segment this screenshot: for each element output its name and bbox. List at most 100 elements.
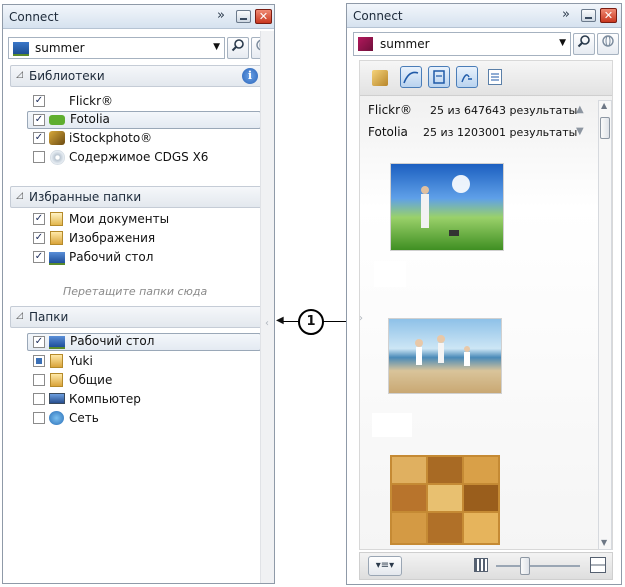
search-button[interactable] (227, 37, 249, 59)
info-icon[interactable]: i (242, 68, 258, 84)
folder-item-desktop[interactable]: ✓ Рабочий стол (27, 333, 261, 351)
search-source-icon (13, 42, 29, 56)
folder-item-computer[interactable]: Компьютер (27, 391, 257, 409)
result-summary: 25 из 1203001 результаты (423, 126, 578, 139)
chevron-down-icon[interactable]: ▼ (559, 38, 566, 48)
checkbox[interactable]: ✓ (33, 132, 45, 144)
folder-label: Сеть (69, 411, 99, 425)
collapse-arrow-icon[interactable]: ‹ (265, 318, 269, 329)
library-item-cdgs-content[interactable]: Содержимое CDGS X6 (27, 149, 257, 167)
folder-item-network[interactable]: Сеть (27, 410, 257, 428)
computer-icon (49, 393, 65, 404)
result-row-flickr[interactable]: Flickr® 25 из 647643 результаты ▲ (368, 103, 590, 121)
checkbox[interactable] (33, 151, 45, 163)
search-combobox[interactable]: summer ▼ (353, 32, 571, 56)
connect-panel-right: Connect » ✕ summer ▼ Flickr® 25 из 64764… (346, 3, 622, 585)
library-label: iStockphoto® (69, 131, 153, 145)
scroll-thumb[interactable] (600, 117, 610, 139)
thumbnail-businessman[interactable] (390, 163, 504, 251)
bottom-toolbar: ▾≡▾ (359, 552, 613, 580)
folder-label: Рабочий стол (70, 334, 155, 348)
folder-label: Компьютер (69, 392, 141, 406)
chevron-down-icon[interactable]: ▼ (213, 42, 220, 52)
folders-title: Папки (29, 310, 69, 324)
collapse-up-icon[interactable]: ▲ (576, 104, 584, 115)
search-combobox[interactable]: summer ▼ (8, 37, 225, 59)
close-button[interactable]: ✕ (255, 9, 272, 24)
favorite-item-documents[interactable]: ✓ Мои документы (27, 211, 257, 229)
drop-folders-hint: Перетащите папки сюда (63, 285, 208, 298)
collapse-triangle-icon[interactable]: ◿ (16, 191, 23, 201)
expand-chevron-icon[interactable]: » (562, 7, 570, 22)
thumbnail-placeholder (374, 261, 406, 287)
expand-chevron-icon[interactable]: » (217, 8, 225, 23)
checkbox[interactable]: ✓ (33, 114, 45, 126)
favorites-header[interactable]: ◿ Избранные папки (10, 186, 263, 208)
folder-icon (50, 373, 63, 387)
callout-marker: 1 (298, 309, 324, 335)
view-thumbnails-button[interactable] (400, 66, 422, 88)
minimize-button[interactable] (581, 9, 596, 22)
library-item-istockphoto[interactable]: ✓ iStockphoto® (27, 130, 257, 148)
slider-thumb[interactable] (520, 557, 530, 575)
user-folder-icon (50, 354, 63, 368)
collapse-triangle-icon[interactable]: ◿ (16, 311, 23, 321)
thumbnail-placeholder (372, 413, 412, 437)
large-thumbnails-icon[interactable] (590, 557, 606, 573)
network-icon (49, 411, 64, 425)
library-item-fotolia[interactable]: ✓ Fotolia (27, 111, 261, 129)
vertical-scrollbar[interactable]: ▲ ▼ (598, 100, 612, 550)
checkbox[interactable]: ✓ (33, 213, 45, 225)
favorite-label: Изображения (69, 231, 156, 245)
checkbox[interactable] (33, 374, 45, 386)
small-thumbnails-icon[interactable] (474, 558, 488, 572)
checkbox[interactable]: ✓ (33, 251, 45, 263)
collapse-triangle-icon[interactable]: ◿ (16, 70, 23, 80)
favorite-item-pictures[interactable]: ✓ Изображения (27, 230, 257, 248)
checkbox[interactable]: ✓ (33, 232, 45, 244)
library-item-flickr[interactable]: ✓ Flickr® (27, 93, 257, 111)
expand-arrow-icon[interactable]: › (359, 313, 363, 324)
thumbnail-beach-family[interactable] (388, 318, 502, 394)
result-row-fotolia[interactable]: Fotolia 25 из 1203001 результаты ▼ (368, 125, 590, 143)
search-button[interactable] (573, 33, 595, 55)
results-area: Flickr® 25 из 647643 результаты ▲ Fotoli… (359, 60, 613, 550)
checkbox[interactable] (33, 412, 45, 424)
web-options-button[interactable] (597, 33, 619, 55)
checkbox[interactable]: ✓ (33, 336, 45, 348)
checkbox[interactable] (33, 393, 45, 405)
view-details-button[interactable] (428, 66, 450, 88)
scroll-up-icon[interactable]: ▲ (601, 101, 607, 110)
search-input[interactable]: summer (35, 41, 85, 55)
thumbnail-size-slider[interactable] (496, 557, 580, 575)
title-bar: Connect » ✕ (3, 5, 274, 29)
close-button[interactable]: ✕ (600, 8, 617, 23)
result-source: Fotolia (368, 125, 408, 139)
folder-item-public[interactable]: Общие (27, 372, 257, 390)
library-label: Fotolia (70, 112, 110, 126)
view-fonts-button[interactable] (456, 66, 478, 88)
font-icon (461, 74, 472, 83)
fotolia-icon (49, 115, 65, 125)
checkbox-partial[interactable] (33, 355, 45, 367)
libraries-header[interactable]: ◿ Библиотеки i (10, 65, 263, 87)
checkbox[interactable]: ✓ (33, 95, 45, 107)
folder-item-yuki[interactable]: Yuki (27, 353, 257, 371)
favorite-item-desktop[interactable]: ✓ Рабочий стол (27, 249, 257, 267)
sort-options-button[interactable]: ▾≡▾ (368, 556, 402, 576)
result-source: Flickr® (368, 103, 413, 117)
scroll-down-icon[interactable]: ▼ (601, 538, 607, 547)
view-list-button[interactable] (488, 69, 502, 85)
view-toolbar (360, 61, 612, 96)
vertical-scrollbar[interactable] (260, 31, 274, 583)
folders-header[interactable]: ◿ Папки (10, 306, 263, 328)
connect-panel-left: Connect » ✕ summer ▼ ◿ Библиотеки i ✓ Fl… (2, 4, 275, 584)
expand-down-icon[interactable]: ▼ (576, 126, 584, 137)
search-input[interactable]: summer (380, 37, 430, 51)
folder-pictures-icon (50, 231, 63, 245)
folder-documents-icon (50, 212, 63, 226)
search-icon (231, 39, 244, 52)
thumbnail-wheat-collage[interactable] (390, 455, 500, 545)
tray-icon[interactable] (372, 70, 388, 86)
minimize-button[interactable] (236, 10, 251, 23)
